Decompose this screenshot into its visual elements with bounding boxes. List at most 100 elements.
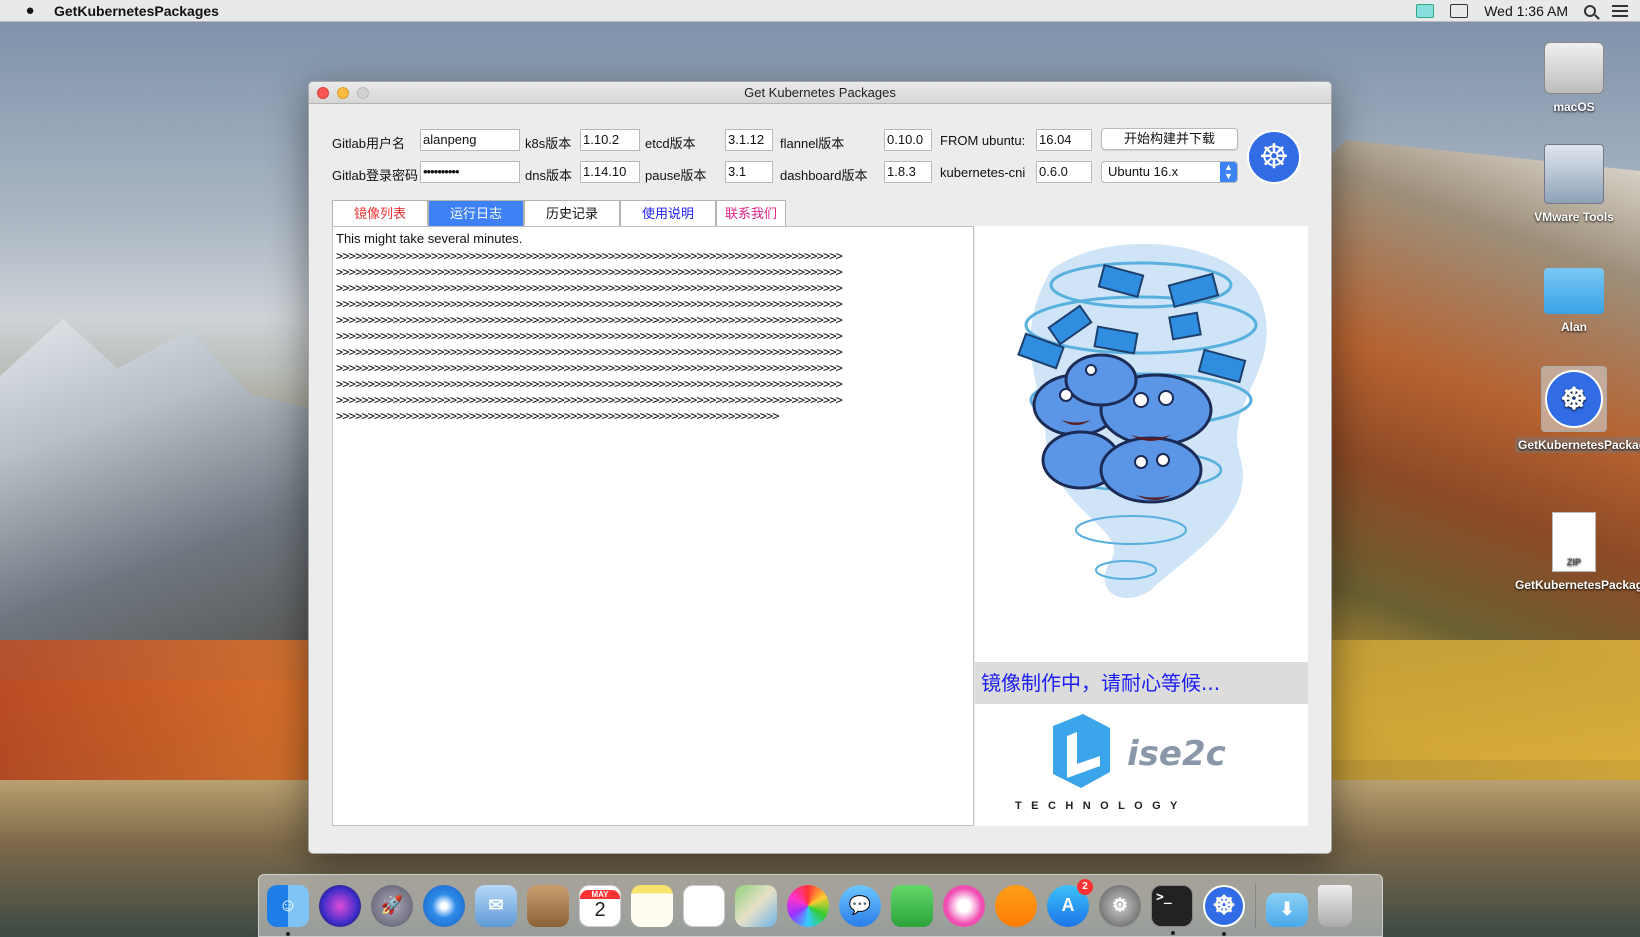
ubuntu-select-value: Ubuntu 16.x [1108,164,1179,179]
folder-icon [1544,268,1604,314]
launchpad-icon[interactable]: 🚀 [371,884,413,927]
desktop-icon-alan-folder[interactable]: Alan [1519,256,1629,334]
messages-icon[interactable]: 💬 [839,884,881,927]
kubernetes-logo-icon: ☸ [1247,130,1301,184]
active-app-name[interactable]: GetKubernetesPackages [54,3,219,19]
build-status-text: 镜像制作中，请耐心等候... [975,662,1308,704]
vmware-status-icon[interactable] [1416,4,1435,18]
window-titlebar[interactable]: Get Kubernetes Packages [309,82,1331,104]
trash-icon[interactable] [1318,884,1352,927]
from-ubuntu-label: FROM ubuntu: [940,133,1026,148]
zoom-window-button[interactable] [357,87,369,99]
etcd-version-input[interactable]: 3.1.12 [725,129,773,151]
mail-icon[interactable]: ✉ [475,884,517,927]
tab-image-list[interactable]: 镜像列表 [332,200,428,226]
safari-icon[interactable] [423,884,465,927]
run-log-textarea[interactable]: This might take several minutes. >>>>>>>… [332,226,974,826]
minimize-window-button[interactable] [337,87,349,99]
calendar-icon[interactable]: MAY 2 [579,884,621,927]
log-line: >>>>>>>>>>>>>>>>>>>>>>>>>>>>>>>>>>>>>>>>… [336,377,843,391]
dashboard-version-input[interactable]: 1.8.3 [884,161,932,183]
tab-history[interactable]: 历史记录 [524,200,620,226]
log-line: >>>>>>>>>>>>>>>>>>>>>>>>>>>>>>>>>>>>>>>>… [336,345,843,359]
log-line: >>>>>>>>>>>>>>>>>>>>>>>>>>>>>>>>>>>>>>>>… [336,313,843,327]
log-line: >>>>>>>>>>>>>>>>>>>>>>>>>>>>>>>>>>>>>>>>… [336,329,843,343]
itunes-icon[interactable]: ♪ [943,884,985,927]
downloads-folder-icon[interactable]: ⬇ [1266,892,1308,927]
gitlab-password-input[interactable]: •••••••••• [420,161,520,183]
reminders-icon[interactable] [683,884,725,927]
gitlab-user-label: Gitlab用户名 [332,136,405,151]
desktop-icon-label: VMware Tools [1534,210,1614,224]
from-ubuntu-input[interactable]: 16.04 [1036,129,1092,151]
log-line: >>>>>>>>>>>>>>>>>>>>>>>>>>>>>>>>>>>>>>>>… [336,281,843,295]
finder-icon[interactable]: ☺ [267,884,309,936]
ubuntu-version-select[interactable]: Ubuntu 16.x ▲ ▼ [1101,161,1238,183]
k8s-version-input[interactable]: 1.10.2 [580,129,640,151]
desktop-icon-label: GetKubernetesPackages.zip [1515,578,1640,592]
kubernetes-cni-input[interactable]: 0.6.0 [1036,161,1092,183]
dns-version-label: dns版本 [525,168,572,183]
photos-icon[interactable] [787,884,829,927]
apple-menu-icon[interactable]: ● [20,2,40,19]
spotlight-search-icon[interactable] [1584,5,1596,17]
app-store-badge: 2 [1077,878,1093,895]
contacts-icon[interactable] [527,884,569,927]
dashboard-version-label: dashboard版本 [780,168,868,183]
facetime-icon[interactable] [891,884,933,927]
kubernetes-app-icon: ☸ [1541,366,1607,432]
dock: ☺ 🚀 ✉ MAY 2 💬 ♪ A2 ⚙ >_ ☸ ⬇ [258,874,1383,937]
system-preferences-icon[interactable]: ⚙ [1099,884,1141,927]
calendar-day: 2 [594,898,606,921]
flannel-version-input[interactable]: 0.10.0 [884,129,932,151]
menubar-clock[interactable]: Wed 1:36 AM [1484,3,1568,19]
ise2c-logo-text: ise2c [1127,734,1226,774]
zip-file-icon: ZIP [1552,512,1596,572]
display-mirror-icon[interactable] [1450,4,1469,18]
app-store-icon[interactable]: A2 [1047,878,1093,927]
select-arrows-icon: ▲ ▼ [1220,162,1237,182]
notes-icon[interactable] [631,884,673,927]
menubar-status-area: Wed 1:36 AM [1416,0,1628,22]
vmware-tools-icon [1544,144,1604,204]
kubernetes-app-icon[interactable]: ☸ [1203,884,1245,936]
siri-icon[interactable] [319,884,361,927]
build-download-button[interactable]: 开始构建并下载 [1101,128,1238,150]
helm-wheel-icon: ☸ [1545,370,1603,428]
dns-version-input[interactable]: 1.14.10 [580,161,640,183]
tab-run-log[interactable]: 运行日志 [428,200,524,226]
desktop-icon-macos[interactable]: macOS [1519,34,1629,114]
illustration-panel: 镜像制作中，请耐心等候... ise2c T E C H N O L O G Y [975,226,1308,826]
desktop-icon-label: macOS [1553,100,1595,114]
maps-icon[interactable] [735,884,777,927]
log-lines: >>>>>>>>>>>>>>>>>>>>>>>>>>>>>>>>>>>>>>>>… [336,248,970,424]
k8s-version-label: k8s版本 [525,136,572,151]
log-line: >>>>>>>>>>>>>>>>>>>>>>>>>>>>>>>>>>>>>>>>… [336,265,843,279]
desktop-icon-getkubernetespackages[interactable]: ☸ GetKubernetesPackages [1515,366,1640,453]
tab-usage-guide[interactable]: 使用说明 [620,200,716,226]
window-title: Get Kubernetes Packages [744,85,896,100]
gitlab-password-label: Gitlab登录密码 [332,168,418,183]
desktop-icon-zip[interactable]: ZIP GetKubernetesPackages.zip [1515,512,1640,592]
ise2c-logo-subtitle: T E C H N O L O G Y [1015,800,1181,812]
app-window: Get Kubernetes Packages Gitlab用户名 alanpe… [308,81,1332,854]
log-line: >>>>>>>>>>>>>>>>>>>>>>>>>>>>>>>>>>>>>>>>… [336,393,843,407]
close-window-button[interactable] [317,87,329,99]
docker-whale-tornado-image [1017,243,1267,599]
pause-version-label: pause版本 [645,168,707,183]
flannel-version-label: flannel版本 [780,136,845,151]
pause-version-input[interactable]: 3.1 [725,161,773,183]
log-line: >>>>>>>>>>>>>>>>>>>>>>>>>>>>>>>>>>>>>>>>… [336,249,843,263]
gitlab-user-input[interactable]: alanpeng [420,129,520,151]
notification-center-icon[interactable] [1612,5,1628,17]
hard-drive-icon [1544,42,1604,94]
log-line: >>>>>>>>>>>>>>>>>>>>>>>>>>>>>>>>>>>>>>>>… [336,297,843,311]
helm-wheel-icon: ☸ [1203,884,1245,927]
desktop-icon-vmware-tools[interactable]: VMware Tools [1519,144,1629,224]
desktop-icon-label: Alan [1560,320,1587,334]
tab-contact-us[interactable]: 联系我们 [716,200,786,226]
ibooks-icon[interactable] [995,884,1037,927]
calendar-month: MAY [580,889,620,899]
ise2c-logo: ise2c T E C H N O L O G Y [975,704,1308,826]
terminal-icon[interactable]: >_ [1151,884,1193,935]
